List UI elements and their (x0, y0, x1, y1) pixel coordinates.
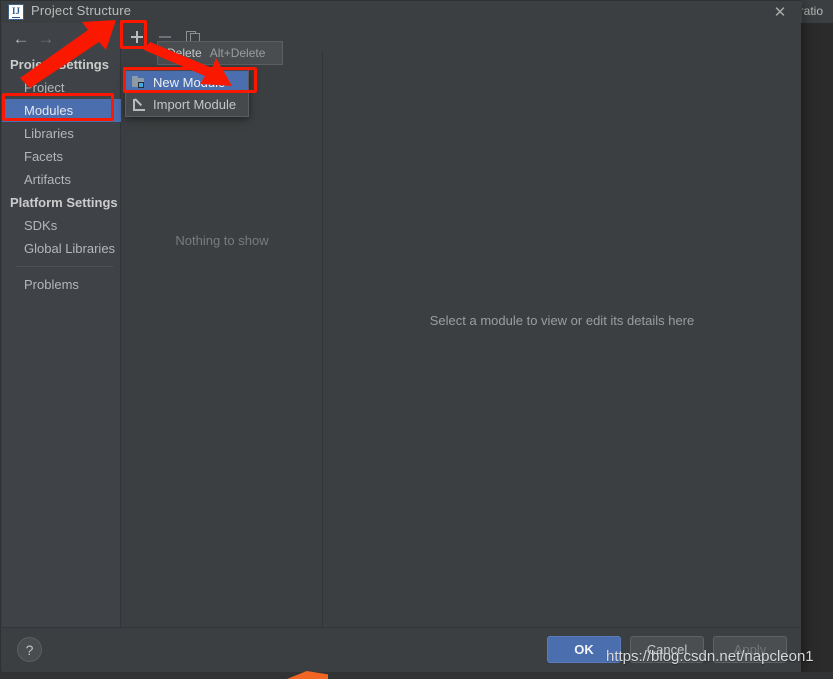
import-module-icon (131, 97, 147, 112)
sidebar-item-facets[interactable]: Facets (2, 145, 121, 168)
sidebar-item-sdks[interactable]: SDKs (2, 214, 121, 237)
sidebar-list: Project Settings Project Modules Librari… (2, 53, 121, 296)
sidebar-item-problems[interactable]: Problems (2, 273, 121, 296)
new-module-icon (131, 75, 147, 90)
intellij-idea-icon: IJ (8, 4, 24, 20)
sidebar-item-artifacts[interactable]: Artifacts (2, 168, 121, 191)
plus-icon (131, 31, 143, 43)
back-arrow-icon[interactable]: ← (10, 28, 32, 48)
project-structure-dialog: IJ Project Structure ✕ ← → Project Setti… (0, 0, 802, 672)
watermark-text: https://blog.csdn.net/napcleon1 (606, 648, 814, 665)
add-module-button[interactable] (125, 26, 149, 48)
menu-item-new-module[interactable]: New Module (126, 71, 248, 93)
sidebar-item-libraries[interactable]: Libraries (2, 122, 121, 145)
sidebar-item-modules[interactable]: Modules (2, 99, 121, 122)
sidebar-divider (16, 266, 113, 267)
add-module-popup-menu: New Module Import Module (125, 69, 249, 117)
bottom-background-strip (0, 672, 833, 679)
help-button[interactable]: ? (17, 637, 42, 662)
module-list-empty-text: Nothing to show (175, 233, 269, 248)
forward-arrow-icon[interactable]: → (35, 28, 57, 48)
sidebar-group-project-settings: Project Settings (10, 57, 109, 72)
sidebar-navigation: ← → (2, 23, 121, 51)
delete-tooltip: Delete Alt+Delete (157, 41, 283, 65)
settings-sidebar: ← → Project Settings Project Modules Lib… (2, 23, 121, 643)
menu-item-import-module-label: Import Module (153, 96, 237, 112)
app-icon-label: IJ (11, 5, 20, 18)
sidebar-group-platform-settings: Platform Settings (10, 195, 118, 210)
screen-root: uratio IJ Project Structure ✕ ← → Projec… (0, 0, 833, 679)
sidebar-item-project[interactable]: Project (2, 76, 121, 99)
sidebar-item-global-libraries[interactable]: Global Libraries (2, 237, 121, 260)
menu-item-import-module[interactable]: Import Module (126, 93, 248, 115)
close-icon[interactable]: ✕ (766, 1, 794, 23)
dialog-titlebar: IJ Project Structure ✕ (1, 1, 802, 23)
delete-tooltip-label: Delete (167, 46, 202, 60)
detail-pane-hint: Select a module to view or edit its deta… (429, 313, 695, 328)
menu-item-new-module-label: New Module (153, 74, 226, 90)
module-detail-pane: Select a module to view or edit its deta… (323, 23, 801, 627)
dialog-title: Project Structure (31, 3, 132, 18)
delete-tooltip-shortcut: Alt+Delete (209, 46, 266, 60)
